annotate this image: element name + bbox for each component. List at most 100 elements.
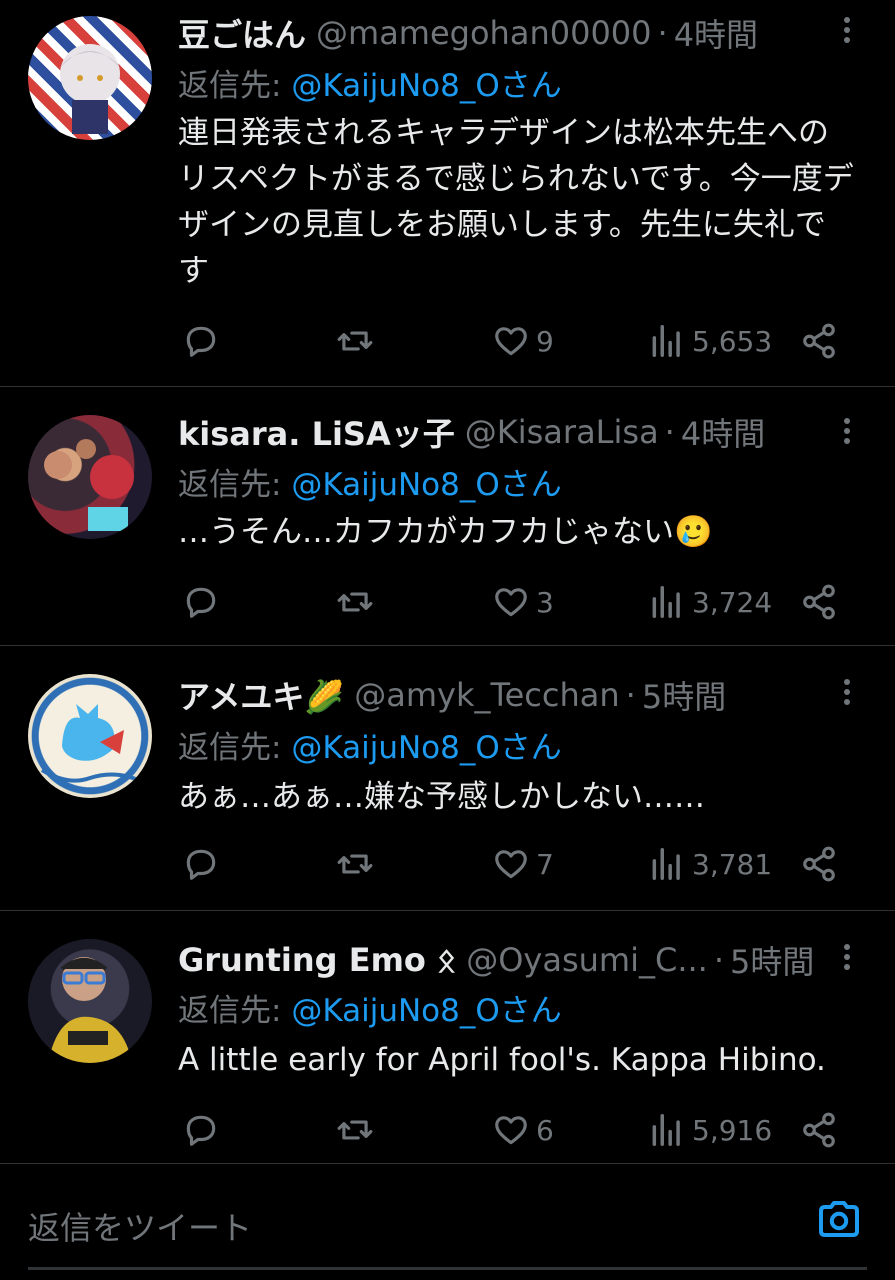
reply-to-mention[interactable]: @KaijuNo8_Oさん — [291, 730, 561, 766]
views-icon — [652, 586, 680, 618]
reply-to-line: 返信先: @KaijuNo8_Oさん — [178, 722, 562, 767]
avatar[interactable] — [28, 415, 152, 539]
share-icon — [803, 323, 835, 359]
avatar-image — [60, 44, 120, 134]
reply-to-mention[interactable]: @KaijuNo8_Oさん — [291, 68, 561, 104]
tweet-header: Grunting Emo ᛟ @Oyasumi_C... · 5時間 — [178, 937, 835, 983]
reply-icon — [186, 587, 216, 618]
reply-icon — [186, 326, 216, 357]
action-bar: 3 3,724 — [0, 577, 895, 627]
retweet-button[interactable] — [336, 839, 380, 889]
retweet-icon — [337, 1120, 373, 1140]
like-count: 3 — [536, 585, 554, 619]
separator-dot: · — [657, 14, 668, 52]
timestamp[interactable]: 5時間 — [642, 672, 726, 718]
retweet-button[interactable] — [336, 577, 380, 627]
share-button[interactable] — [800, 577, 838, 627]
like-count: 7 — [536, 847, 554, 881]
tweet-text: A little early for April fool's. Kappa H… — [178, 1042, 826, 1078]
reply-input[interactable]: 返信をツイート — [28, 1203, 252, 1249]
avatar[interactable] — [28, 16, 152, 140]
tweet-header: 豆ごはん @mamegohan00000 · 4時間 — [178, 10, 835, 56]
avatar-image — [40, 704, 139, 783]
avatar-image — [44, 439, 134, 531]
retweet-icon — [337, 854, 373, 874]
separator-dot: · — [664, 413, 675, 451]
avatar[interactable] — [28, 939, 152, 1063]
timestamp[interactable]: 4時間 — [681, 409, 765, 455]
share-icon — [803, 1112, 835, 1148]
reply-icon — [186, 1115, 216, 1146]
like-button[interactable]: 7 — [492, 839, 554, 889]
composer-underline — [28, 1267, 867, 1270]
display-name[interactable]: アメユキ🌽 — [178, 672, 344, 718]
like-button[interactable]: 6 — [492, 1105, 554, 1155]
tweet[interactable]: kisara. LiSAッ子 @KisaraLisa · 4時間 返信先: @K… — [0, 387, 895, 646]
reply-button[interactable] — [182, 316, 226, 366]
views-icon — [652, 325, 680, 357]
more-icon[interactable] — [829, 674, 865, 710]
reply-to-mention[interactable]: @KaijuNo8_Oさん — [291, 467, 561, 503]
tweet-header: アメユキ🌽 @amyk_Tecchan · 5時間 — [178, 672, 835, 718]
views-button[interactable]: 5,653 — [648, 316, 772, 366]
views-button[interactable]: 3,724 — [648, 577, 772, 627]
user-handle[interactable]: @KisaraLisa — [465, 413, 659, 451]
share-button[interactable] — [800, 839, 838, 889]
tweet[interactable]: アメユキ🌽 @amyk_Tecchan · 5時間 返信先: @KaijuNo8… — [0, 646, 895, 911]
retweet-button[interactable] — [336, 1105, 380, 1155]
reply-to-label: 返信先: — [178, 467, 292, 503]
views-button[interactable]: 3,781 — [648, 839, 772, 889]
reply-to-label: 返信先: — [178, 993, 292, 1029]
share-icon — [803, 846, 835, 882]
tweet-text: あぁ…あぁ…嫌な予感しかしない…… — [178, 779, 705, 815]
heart-icon — [495, 850, 527, 879]
more-icon[interactable] — [829, 413, 865, 449]
views-icon — [652, 1114, 680, 1146]
view-count: 5,916 — [692, 1113, 773, 1147]
like-count: 9 — [536, 324, 554, 358]
user-handle[interactable]: @amyk_Tecchan — [354, 676, 619, 714]
user-handle[interactable]: @Oyasumi_C... — [466, 941, 708, 979]
more-icon[interactable] — [829, 12, 865, 48]
reply-button[interactable] — [182, 839, 226, 889]
like-button[interactable]: 3 — [492, 577, 554, 627]
tweet[interactable]: 豆ごはん @mamegohan00000 · 4時間 返信先: @KaijuNo… — [0, 0, 895, 387]
retweet-icon — [337, 592, 373, 612]
reply-to-label: 返信先: — [178, 68, 292, 104]
more-icon[interactable] — [829, 939, 865, 975]
tweet-text: 連日発表されるキャラデザインは松本先生へのリスペクトがまるで感じられないです。今… — [178, 115, 854, 289]
timestamp[interactable]: 4時間 — [674, 10, 758, 56]
like-count: 6 — [536, 1113, 554, 1147]
view-count: 3,781 — [692, 847, 773, 881]
view-count: 3,724 — [692, 585, 773, 619]
separator-dot: · — [713, 941, 725, 979]
avatar[interactable] — [28, 674, 152, 798]
display-name[interactable]: kisara. LiSAッ子 — [178, 409, 455, 455]
camera-icon[interactable] — [815, 1195, 863, 1243]
action-bar: 7 3,781 — [0, 839, 895, 889]
reply-button[interactable] — [182, 1105, 226, 1155]
timestamp[interactable]: 5時間 — [730, 937, 814, 983]
reply-button[interactable] — [182, 577, 226, 627]
display-name[interactable]: Grunting Emo ᛟ — [178, 941, 456, 979]
user-handle[interactable]: @mamegohan00000 — [316, 14, 652, 52]
reply-icon — [186, 849, 216, 880]
view-count: 5,653 — [692, 324, 773, 358]
reply-to-line: 返信先: @KaijuNo8_Oさん — [178, 60, 562, 105]
action-bar: 6 5,916 — [0, 1105, 895, 1155]
tweet[interactable]: Grunting Emo ᛟ @Oyasumi_C... · 5時間 返信先: … — [0, 911, 895, 1164]
share-button[interactable] — [800, 1105, 838, 1155]
reply-composer[interactable]: 返信をツイート — [0, 1165, 895, 1280]
views-button[interactable]: 5,916 — [648, 1105, 772, 1155]
retweet-button[interactable] — [336, 316, 380, 366]
like-button[interactable]: 9 — [492, 316, 554, 366]
retweet-icon — [337, 331, 373, 351]
heart-icon — [495, 327, 527, 356]
reply-to-mention[interactable]: @KaijuNo8_Oさん — [291, 993, 561, 1029]
display-name[interactable]: 豆ごはん — [178, 10, 306, 56]
heart-icon — [495, 1116, 527, 1145]
share-button[interactable] — [800, 316, 838, 366]
avatar-image — [48, 957, 132, 1063]
tweet-text: …うそん…カフカがカフカじゃない🥲 — [178, 514, 713, 550]
reply-to-line: 返信先: @KaijuNo8_Oさん — [178, 985, 562, 1030]
